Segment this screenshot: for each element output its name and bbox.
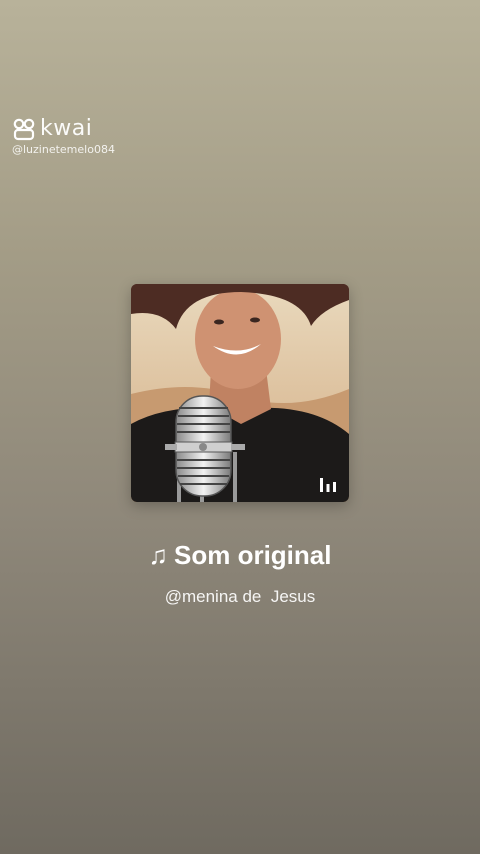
kwai-watermark: kwai @luzinetemelo084	[12, 116, 115, 156]
album-cover[interactable]	[131, 284, 349, 502]
song-title-text: Som original	[174, 540, 332, 570]
music-note-icon: ♫	[148, 540, 169, 570]
watermark-app-name: kwai	[40, 116, 93, 141]
watermark-handle: @luzinetemelo084	[12, 143, 115, 156]
kwai-logo-icon	[13, 118, 35, 140]
cover-image	[131, 284, 349, 502]
artist-handle[interactable]: @menina de Jesus	[0, 587, 480, 607]
audio-bars-icon	[320, 478, 336, 492]
song-title[interactable]: ♫ Som original	[0, 540, 480, 571]
